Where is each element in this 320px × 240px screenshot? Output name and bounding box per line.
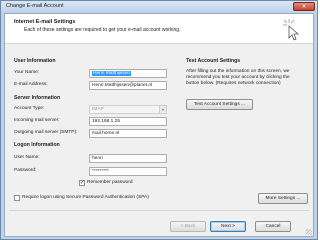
logon-info-heading: Logon Information xyxy=(14,142,60,148)
your-name-input[interactable]: Henri Matthijssen xyxy=(89,69,167,78)
incoming-server-label: Incoming mail server: xyxy=(14,118,60,123)
password-input[interactable]: ********* xyxy=(89,167,167,176)
account-type-label: Account Type: xyxy=(14,106,45,111)
close-button[interactable]: × xyxy=(293,2,315,11)
header-title: Internet E-mail Settings xyxy=(14,19,76,25)
window-title: Change E-mail Account xyxy=(6,3,64,9)
chevron-down-icon: ▾ xyxy=(159,106,166,113)
test-settings-heading: Test Account Settings xyxy=(186,58,241,64)
user-name-input[interactable]: henri xyxy=(89,154,167,163)
resize-grip-icon[interactable] xyxy=(306,229,312,235)
dialog-body: Internet E-mail Settings Each of these s… xyxy=(4,13,314,237)
user-info-heading: User Information xyxy=(14,58,56,64)
account-type-select: IMAP ▾ xyxy=(89,105,167,114)
header-subtitle: Each of these settings are required to g… xyxy=(24,27,181,33)
your-name-label: Your Name: xyxy=(14,70,40,75)
server-info-heading: Server Information xyxy=(14,95,61,101)
back-button[interactable]: < Back xyxy=(170,221,206,232)
next-button[interactable]: Next > xyxy=(210,221,246,232)
outgoing-server-label: Outgoing mail server (SMTP): xyxy=(14,130,78,135)
title-bar[interactable]: Change E-mail Account × xyxy=(1,1,317,13)
outgoing-server-input[interactable]: mail.home.nl xyxy=(89,129,167,138)
footer-divider xyxy=(9,210,309,211)
email-address-label: E-mail Address: xyxy=(14,82,48,87)
spa-checkbox[interactable] xyxy=(14,195,20,201)
cursor-click-icon xyxy=(283,19,300,41)
remember-password-checkbox[interactable]: ✓ xyxy=(79,180,85,186)
dialog-window: Change E-mail Account × Internet E-mail … xyxy=(0,0,318,240)
more-settings-button[interactable]: More Settings ... xyxy=(258,193,308,204)
spa-label: Require logon using Secure Password Auth… xyxy=(22,195,149,200)
incoming-server-input[interactable]: 192.168.1.25 xyxy=(89,117,167,126)
cancel-button[interactable]: Cancel xyxy=(255,221,291,232)
email-address-input[interactable]: Henri.Matthijssen@planet.nl xyxy=(89,81,167,90)
password-label: Password: xyxy=(14,168,37,173)
user-name-label: User Name: xyxy=(14,155,40,160)
test-settings-description: After filling out the information on thi… xyxy=(186,69,290,86)
test-account-settings-button[interactable]: Test Account Settings ... xyxy=(186,99,253,110)
remember-password-label: Remember password xyxy=(87,180,133,185)
dialog-header: Internet E-mail Settings Each of these s… xyxy=(5,14,313,44)
